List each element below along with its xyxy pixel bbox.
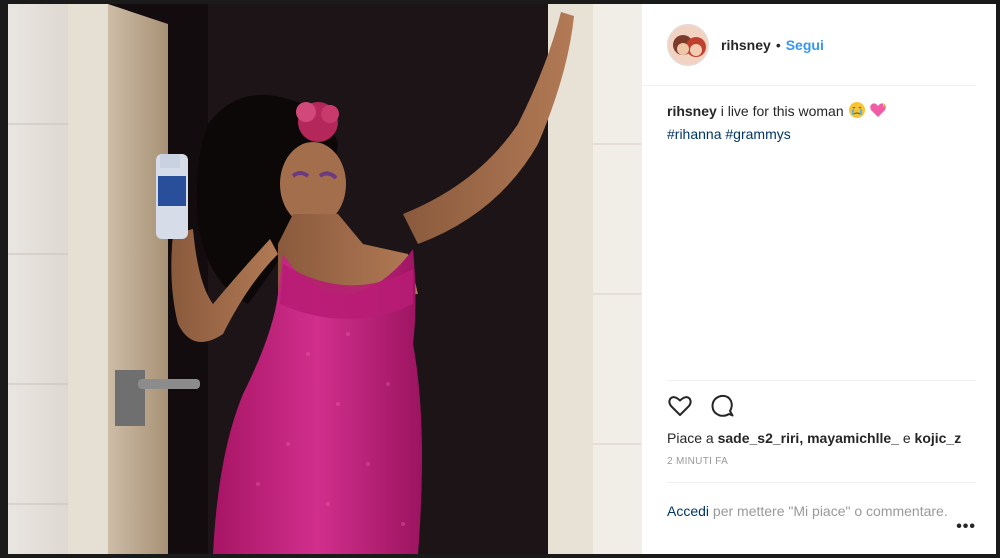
likes-summary: Piace a sade_s2_riri, mayamichlle_ e koj… (667, 430, 962, 446)
photo-illustration (8, 4, 641, 554)
heart-icon[interactable] (667, 393, 693, 419)
avatar-image (668, 24, 708, 65)
avatar[interactable] (667, 23, 709, 66)
header-separator: • (775, 36, 781, 53)
login-link[interactable]: Accedi (667, 503, 709, 519)
likes-prefix: Piace a (667, 430, 714, 446)
post-header: rihsney • Segui (642, 4, 976, 86)
post-timestamp[interactable]: 2 MINUTI FA (642, 448, 996, 482)
comment-icon[interactable] (709, 393, 735, 419)
caption-author[interactable]: rihsney (667, 103, 717, 119)
post-sidebar: rihsney • Segui rihsney i live for this … (641, 4, 996, 554)
crying-face-icon (848, 101, 866, 124)
follow-button[interactable]: Segui (786, 37, 824, 53)
liker-3[interactable]: kojic_z (915, 430, 962, 446)
post-modal: rihsney • Segui rihsney i live for this … (8, 4, 996, 554)
header-username[interactable]: rihsney (721, 37, 771, 53)
post-photo[interactable] (8, 4, 641, 554)
post-caption: rihsney i live for this woman #rihanna #… (642, 86, 996, 380)
liker-2[interactable]: mayamichlle_ (807, 430, 899, 446)
post-actions (667, 380, 976, 426)
more-options-icon[interactable]: ••• (956, 517, 976, 537)
sparkling-heart-icon (869, 101, 887, 124)
liker-1[interactable]: sade_s2_riri (718, 430, 800, 446)
login-prompt: Accedi per mettere "Mi piace" o commenta… (667, 482, 976, 554)
hashtag-rihanna[interactable]: #rihanna (667, 126, 722, 142)
caption-text: i live for this woman (720, 103, 844, 119)
likes-conj: e (902, 430, 911, 446)
hashtag-grammys[interactable]: #grammys (725, 126, 790, 142)
login-prompt-text: per mettere "Mi piace" o commentare. (712, 503, 948, 519)
